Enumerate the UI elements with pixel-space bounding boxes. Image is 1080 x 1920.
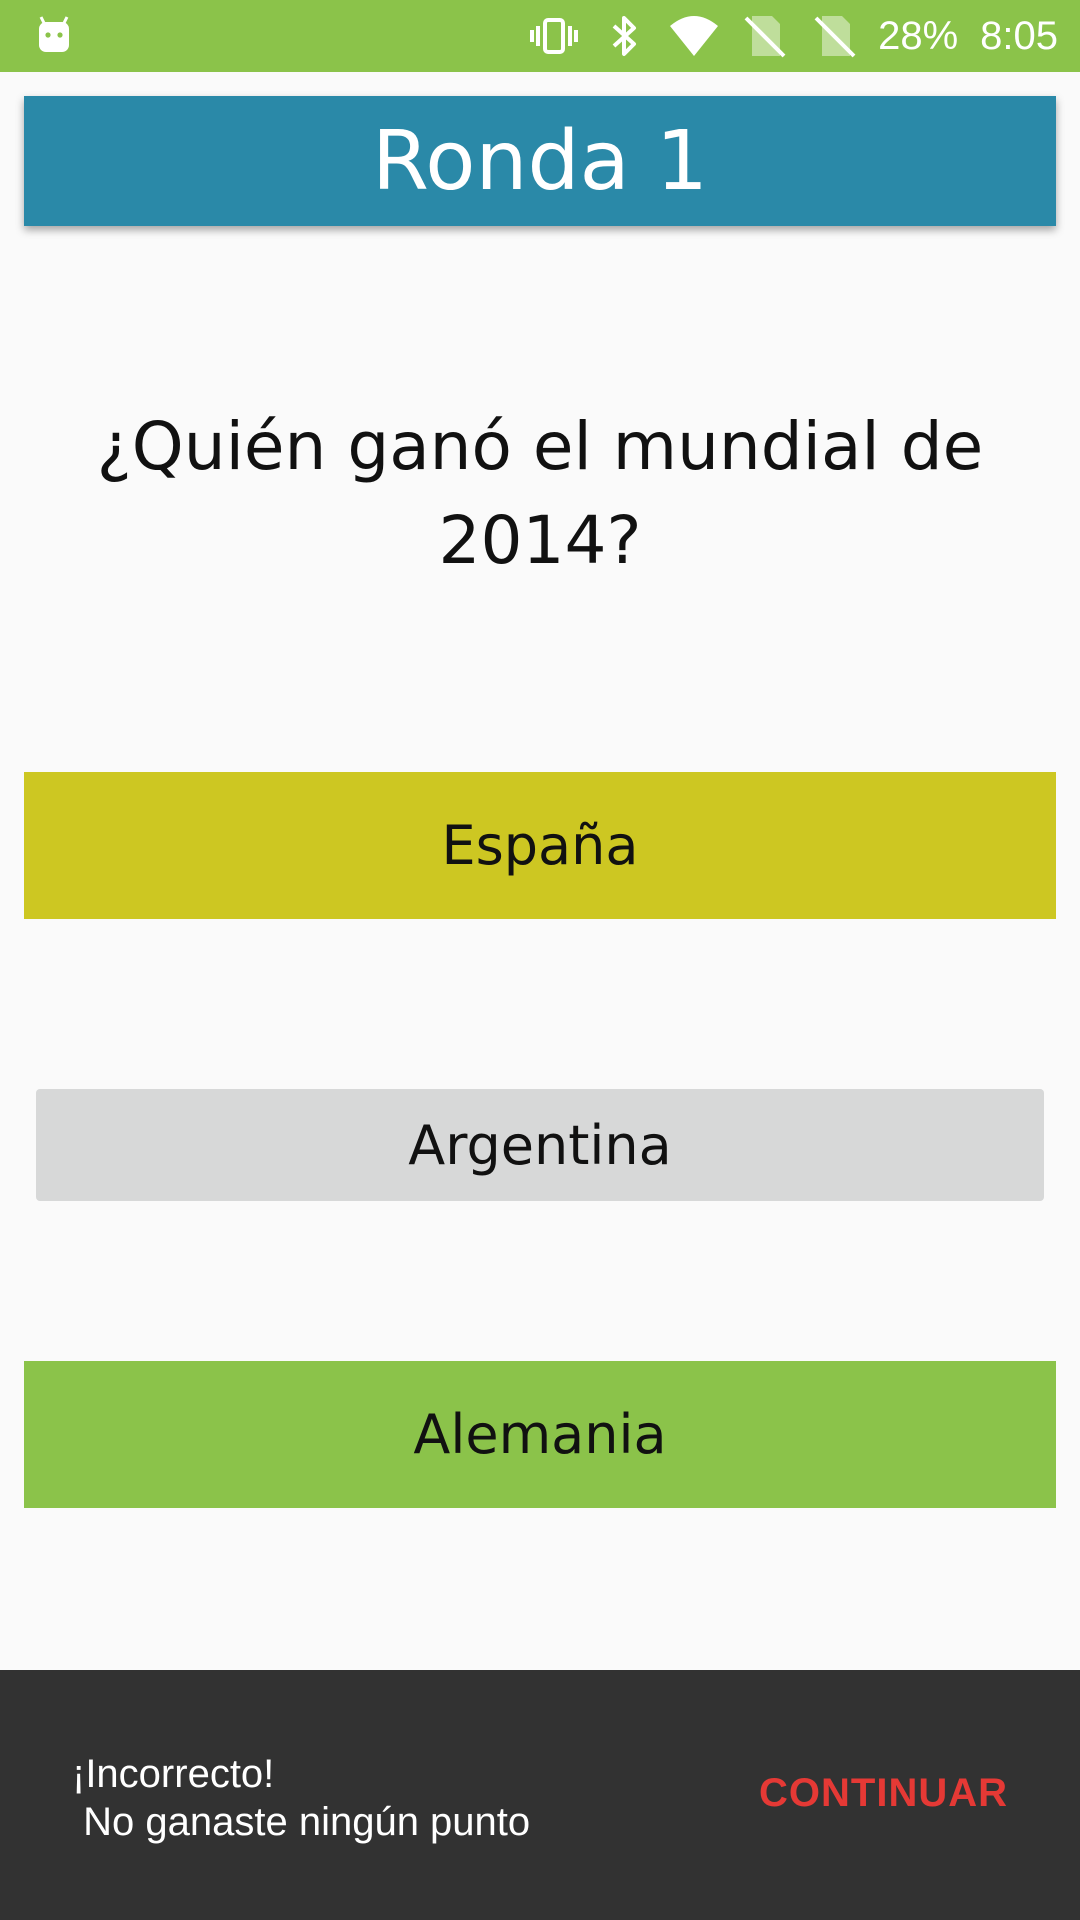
bluetooth-icon xyxy=(612,16,637,56)
no-sim-icon xyxy=(744,16,786,58)
vibrate-icon xyxy=(530,18,579,54)
no-sim-icon xyxy=(814,16,856,58)
answer-option-espana[interactable]: España xyxy=(24,772,1056,919)
continue-button[interactable]: CONTINUAR xyxy=(759,1771,1008,1816)
clock: 8:05 xyxy=(980,13,1058,58)
wifi-icon xyxy=(670,16,719,56)
question-text: ¿Quién ganó el mundial de 2014? xyxy=(96,408,984,579)
status-icons: 28% 8:05 xyxy=(528,0,1058,72)
answer-label: España xyxy=(441,814,639,877)
round-title: Ronda 1 xyxy=(372,113,708,209)
answer-label: Argentina xyxy=(408,1113,672,1177)
answer-option-argentina[interactable]: Argentina xyxy=(36,1089,1044,1201)
status-bar: 28% 8:05 xyxy=(0,0,1080,72)
answer-option-alemania[interactable]: Alemania xyxy=(24,1361,1056,1508)
android-icon xyxy=(39,16,69,52)
round-header: Ronda 1 xyxy=(24,96,1056,226)
battery-percentage: 28% xyxy=(878,13,959,58)
result-snackbar: ¡Incorrecto! No ganaste ningún punto CON… xyxy=(0,1670,1080,1920)
snackbar-message: ¡Incorrecto! No ganaste ningún punto xyxy=(72,1752,531,1844)
answer-label: Alemania xyxy=(413,1403,667,1466)
